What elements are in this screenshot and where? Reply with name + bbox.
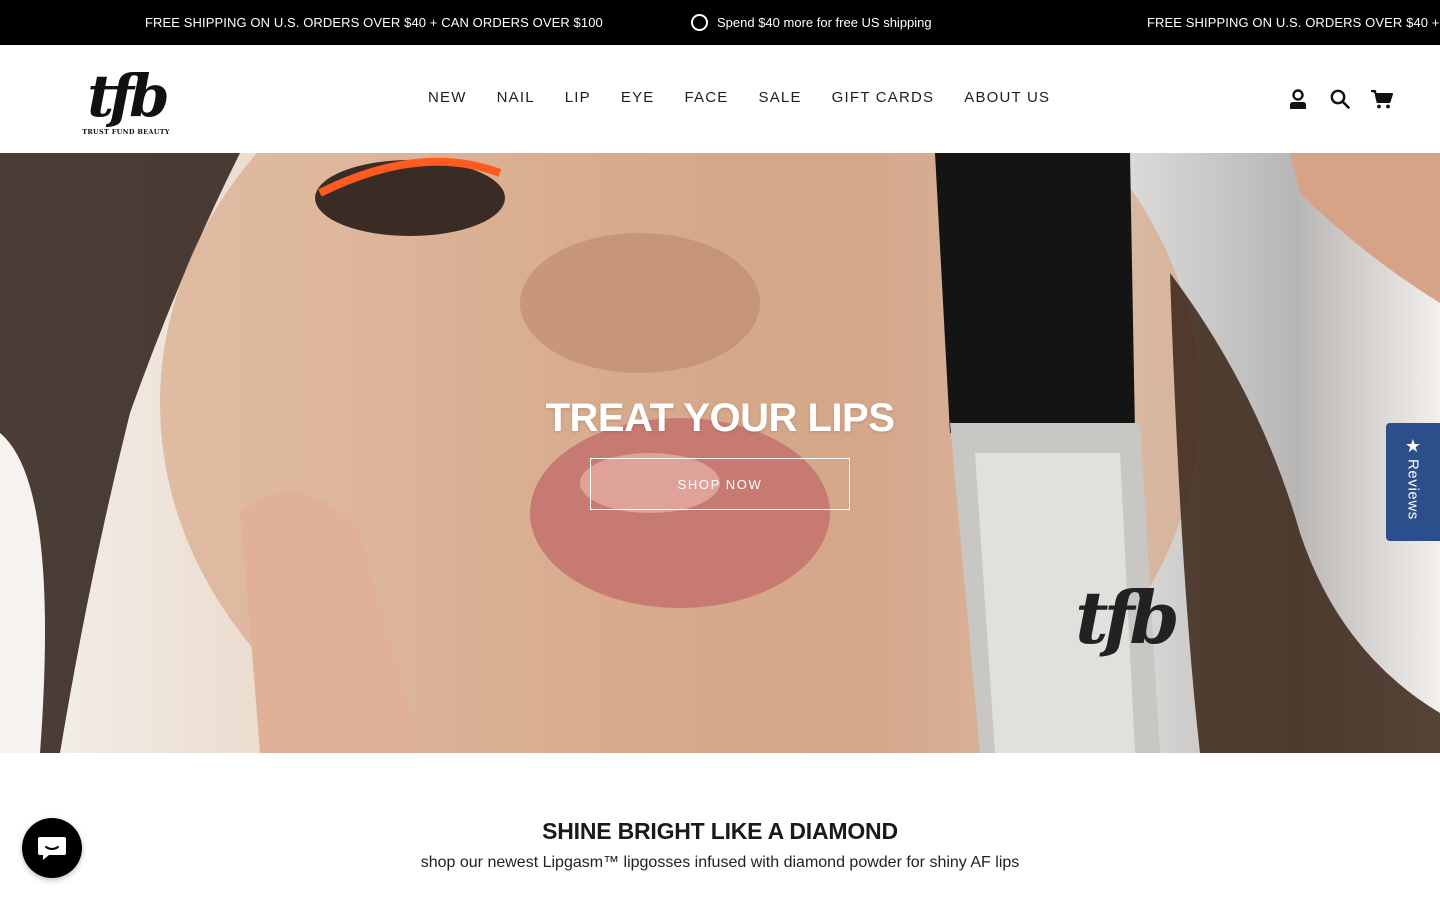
shop-now-button[interactable]: SHOP NOW: [590, 458, 850, 510]
shipping-progress: Spend $40 more for free US shipping: [691, 14, 932, 31]
hero-image: tfb: [0, 153, 1440, 753]
shipping-progress-text: Spend $40 more for free US shipping: [717, 15, 932, 30]
hero-banner[interactable]: tfb TREAT YOUR LIPS SHOP NOW: [0, 153, 1440, 753]
nav-item-eye[interactable]: EYE: [621, 89, 655, 107]
nav-item-face[interactable]: FACE: [685, 89, 729, 107]
reviews-tab-label: Reviews: [1404, 459, 1422, 520]
progress-ring-icon: [691, 14, 708, 31]
account-icon[interactable]: [1286, 87, 1310, 111]
section-subtitle: shop our newest Lipgasm™ lipgosses infus…: [420, 854, 1020, 871]
chat-icon: [38, 837, 66, 860]
main-nav: NEW NAIL LIP EYE FACE SALE GIFT CARDS AB…: [428, 89, 1050, 107]
chat-button[interactable]: [22, 818, 82, 878]
search-icon[interactable]: [1328, 87, 1352, 111]
nav-item-about-us[interactable]: ABOUT US: [964, 89, 1050, 107]
site-header: tfb TRUST FUND BEAUTY NEW NAIL LIP EYE F…: [0, 45, 1440, 153]
section-title: SHINE BRIGHT LIKE A DIAMOND: [542, 818, 898, 844]
hero-title: TREAT YOUR LIPS: [545, 396, 895, 440]
reviews-tab[interactable]: ★ Reviews: [1386, 423, 1440, 541]
cart-icon[interactable]: [1370, 87, 1394, 111]
logo[interactable]: tfb TRUST FUND BEAUTY: [80, 60, 172, 138]
nav-item-sale[interactable]: SALE: [759, 89, 802, 107]
nav-item-nail[interactable]: NAIL: [497, 89, 535, 107]
logo-caption: TRUST FUND BEAUTY: [82, 128, 170, 136]
nav-item-new[interactable]: NEW: [428, 89, 467, 107]
announcement-message: FREE SHIPPING ON U.S. ORDERS OVER $40 + …: [145, 15, 603, 30]
announcement-message-repeat: FREE SHIPPING ON U.S. ORDERS OVER $40 + …: [1147, 15, 1440, 30]
product-logo: tfb: [1075, 575, 1176, 660]
star-icon: ★: [1404, 436, 1422, 456]
header-icons: [1286, 87, 1394, 111]
logo-mark: tfb: [87, 62, 167, 130]
logo-image: tfb TRUST FUND BEAUTY: [82, 62, 172, 136]
nav-item-gift-cards[interactable]: GIFT CARDS: [832, 89, 935, 107]
announcement-bar: FREE SHIPPING ON U.S. ORDERS OVER $40 + …: [0, 0, 1440, 45]
nav-item-lip[interactable]: LIP: [565, 89, 591, 107]
